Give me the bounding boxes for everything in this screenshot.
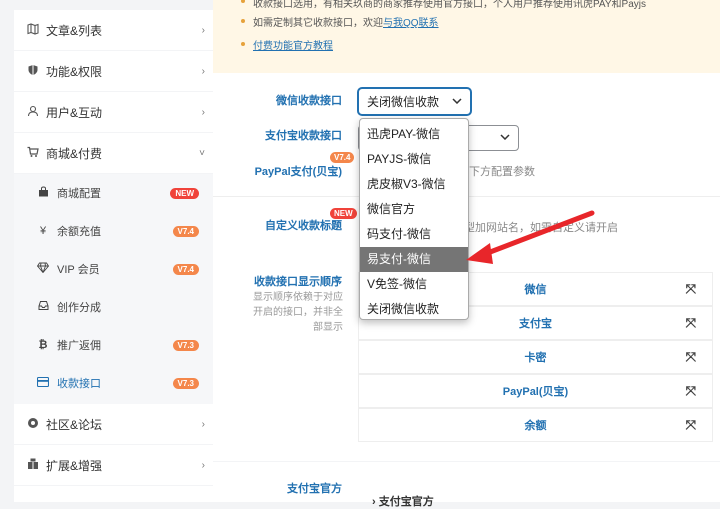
red-arrow-annotation [466, 210, 595, 264]
